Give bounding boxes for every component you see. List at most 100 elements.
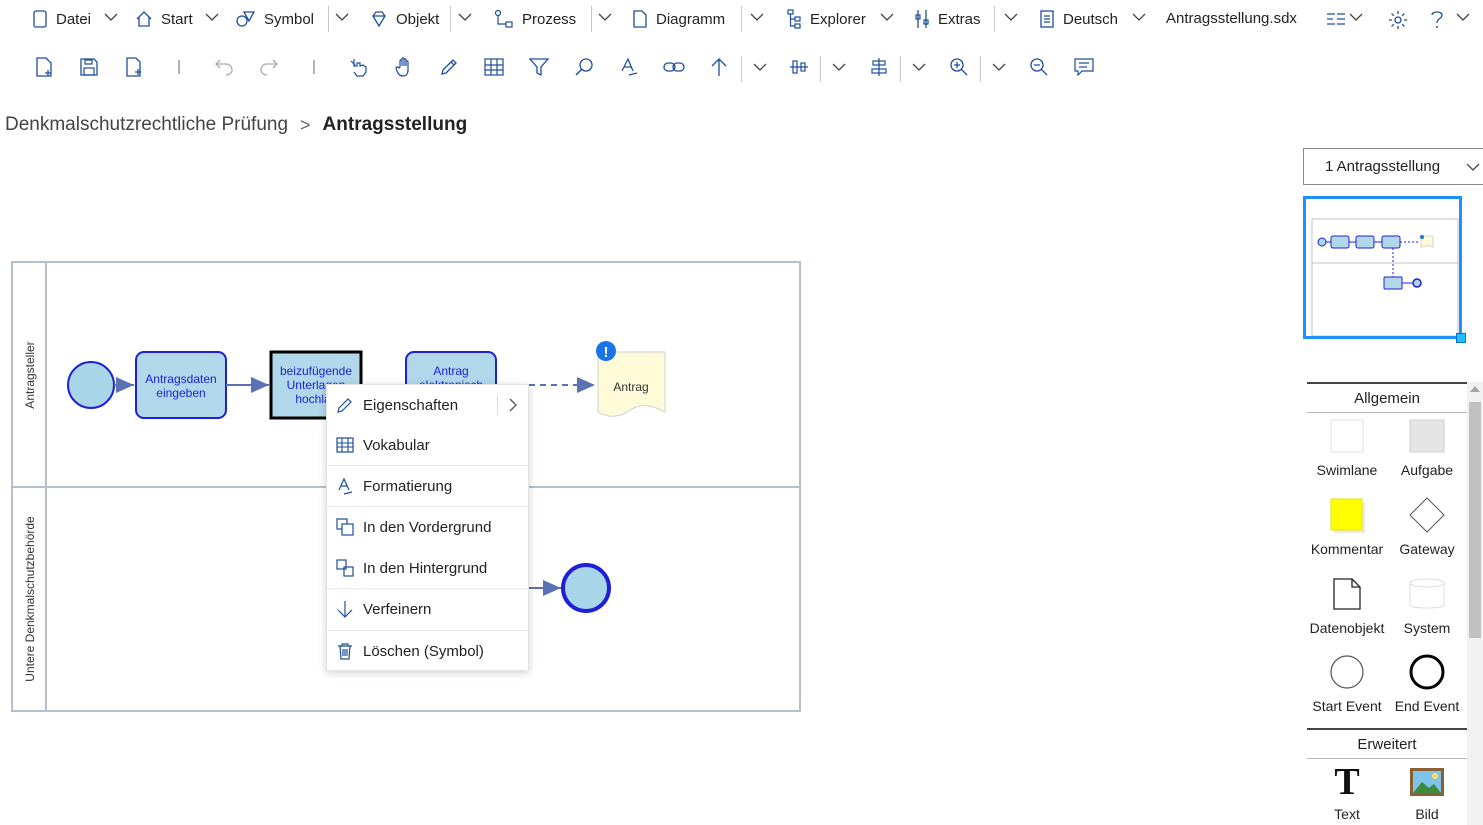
list-options-icon[interactable]: [1326, 11, 1346, 27]
dropdown-button[interactable]: [984, 52, 1014, 82]
menu-explorer-label: Explorer: [810, 10, 866, 28]
ctx-label: Vokabular: [363, 436, 430, 454]
dropdown-button[interactable]: [824, 52, 854, 82]
save-as-button[interactable]: [119, 52, 149, 82]
text-icon: T: [1334, 761, 1360, 803]
distribute-button[interactable]: [784, 52, 814, 82]
search-button[interactable]: [569, 52, 599, 82]
dropdown-button[interactable]: [745, 52, 775, 82]
palette-section-erweitert[interactable]: Erweitert: [1307, 728, 1467, 758]
menu-prozess[interactable]: Prozess: [494, 8, 576, 30]
palette-gateway[interactable]: Gateway: [1387, 495, 1467, 567]
comment-icon: [1074, 58, 1094, 76]
hand-pointer-icon: [350, 59, 367, 77]
ctx-vordergrund[interactable]: In den Vordergrund: [327, 507, 528, 547]
menu-objekt-label: Objekt: [396, 10, 440, 28]
menu-datei[interactable]: Datei: [32, 8, 91, 30]
chevron-down-icon[interactable]: [104, 12, 118, 22]
menu-symbol[interactable]: Symbol: [236, 8, 314, 30]
align-button[interactable]: [864, 52, 894, 82]
chevron-down-icon[interactable]: [880, 12, 894, 22]
ctx-label: In den Hintergrund: [363, 559, 488, 577]
palette-bild[interactable]: Bild: [1387, 762, 1467, 825]
zoom-in-icon: [950, 58, 968, 76]
ctx-loeschen[interactable]: Löschen (Symbol): [327, 631, 528, 671]
lane-label-behoerde[interactable]: Untere Denkmalschutzbehörde: [23, 516, 37, 682]
cursor-button[interactable]: [164, 52, 194, 82]
palette-text[interactable]: T Text: [1307, 762, 1387, 825]
arrow-up-button[interactable]: [704, 52, 734, 82]
minimap[interactable]: [1303, 196, 1462, 339]
submenu-arrow[interactable]: [497, 395, 527, 415]
format-button[interactable]: [614, 52, 644, 82]
menu-extras[interactable]: Extras: [914, 8, 981, 30]
menu-diagramm[interactable]: Diagramm: [632, 8, 725, 30]
palette-kommentar[interactable]: Kommentar: [1307, 495, 1387, 567]
chevron-down-icon[interactable]: [1349, 12, 1363, 22]
ctx-vokabular[interactable]: Vokabular: [327, 425, 528, 465]
chevron-down-icon[interactable]: [1004, 12, 1018, 22]
end-event[interactable]: [561, 563, 611, 613]
redo-button[interactable]: [254, 52, 284, 82]
palette-section-allgemein[interactable]: Allgemein: [1307, 382, 1467, 412]
format-text-icon: [338, 477, 353, 495]
ctx-verfeinern[interactable]: Verfeinern: [327, 589, 528, 629]
task-icon: [1409, 419, 1445, 453]
palette-system[interactable]: System: [1387, 574, 1467, 646]
menu-objekt[interactable]: Objekt: [370, 8, 439, 30]
draw-tool-button[interactable]: [434, 52, 464, 82]
menu-divider: [591, 6, 592, 32]
menu-explorer[interactable]: Explorer: [786, 8, 866, 30]
chevron-down-icon[interactable]: [750, 12, 764, 22]
save-button[interactable]: [74, 52, 104, 82]
zoom-out-button[interactable]: [1024, 52, 1054, 82]
comment-button[interactable]: [1069, 52, 1099, 82]
help-icon[interactable]: [1430, 10, 1444, 30]
link-button[interactable]: [659, 52, 689, 82]
pan-tool-button[interactable]: [389, 52, 419, 82]
filter-button[interactable]: [524, 52, 554, 82]
select-tool-button[interactable]: [344, 52, 374, 82]
separator-button[interactable]: [299, 52, 329, 82]
palette-scrollbar[interactable]: [1467, 382, 1483, 825]
new-file-button[interactable]: [29, 52, 59, 82]
minimap-resize-handle[interactable]: [1456, 333, 1466, 343]
chevron-down-icon[interactable]: [1456, 12, 1470, 22]
palette-end-event[interactable]: End Event: [1387, 652, 1467, 724]
send-to-back-icon: [336, 559, 354, 577]
palette-aufgabe[interactable]: Aufgabe: [1387, 416, 1467, 488]
context-menu: Eigenschaften Vokabular Formatierung In …: [326, 384, 529, 671]
chevron-down-icon[interactable]: [205, 12, 219, 22]
chevron-down-icon: [912, 63, 926, 71]
menu-start[interactable]: Start: [135, 8, 193, 30]
breadcrumb-current: Antragsstellung: [322, 114, 468, 135]
palette-start-event[interactable]: Start Event: [1307, 652, 1387, 724]
toolbar: [0, 52, 1483, 86]
gear-icon[interactable]: [1388, 10, 1408, 30]
menu-language[interactable]: Deutsch: [1039, 8, 1118, 30]
page-icon: [633, 10, 647, 28]
chevron-down-icon[interactable]: [598, 12, 612, 22]
undo-icon: [215, 59, 233, 76]
undo-button[interactable]: [209, 52, 239, 82]
trash-icon: [338, 643, 352, 660]
zoom-in-button[interactable]: [944, 52, 974, 82]
page-select[interactable]: 1 Antragsstellung: [1303, 148, 1483, 185]
ctx-eigenschaften[interactable]: Eigenschaften: [327, 385, 528, 425]
breadcrumb-parent[interactable]: Denkmalschutzrechtliche Prüfung: [5, 114, 288, 136]
save-as-icon: [126, 57, 141, 77]
ctx-formatierung[interactable]: Formatierung: [327, 466, 528, 506]
ctx-hintergrund[interactable]: In den Hintergrund: [327, 548, 528, 588]
palette-swimlane[interactable]: Swimlane: [1307, 416, 1387, 488]
chevron-down-icon[interactable]: [1132, 12, 1146, 22]
menu-divider: [741, 6, 742, 32]
chevron-down-icon[interactable]: [458, 12, 472, 22]
dropdown-button[interactable]: [904, 52, 934, 82]
chevron-down-icon[interactable]: [335, 12, 349, 22]
lane-label-antragsteller[interactable]: Antragsteller: [23, 341, 37, 408]
scrollbar-thumb[interactable]: [1469, 402, 1481, 638]
vocabulary-button[interactable]: [479, 52, 509, 82]
start-event[interactable]: [67, 361, 115, 409]
palette-datenobjekt[interactable]: Datenobjekt: [1307, 574, 1387, 646]
scroll-up-arrow-icon[interactable]: [1470, 386, 1480, 392]
